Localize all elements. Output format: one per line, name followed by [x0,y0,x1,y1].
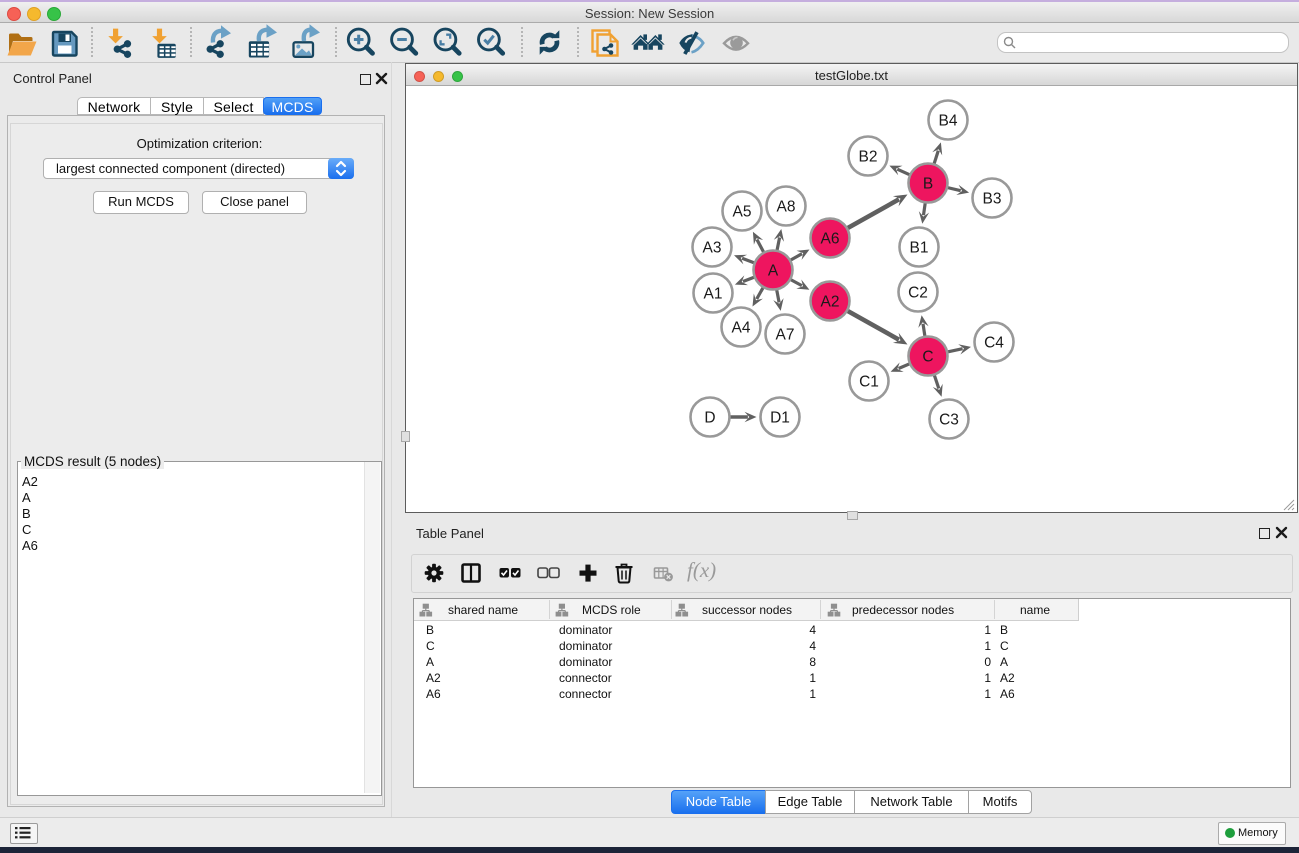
svg-text:A1: A1 [704,286,723,303]
svg-text:A6: A6 [821,231,840,248]
svg-text:C3: C3 [939,412,959,429]
svg-text:C4: C4 [984,335,1004,352]
svg-text:A3: A3 [703,240,722,257]
svg-text:C: C [922,349,933,366]
svg-text:B3: B3 [983,191,1002,208]
svg-text:C1: C1 [859,374,879,391]
svg-text:B: B [923,176,933,193]
svg-text:D: D [704,410,715,427]
svg-text:A: A [768,263,779,280]
svg-text:A4: A4 [732,320,751,337]
svg-text:D1: D1 [770,410,790,427]
svg-text:C2: C2 [908,285,928,302]
svg-text:B1: B1 [910,240,929,257]
svg-text:A2: A2 [821,294,840,311]
svg-text:B4: B4 [939,113,958,130]
svg-text:A7: A7 [776,327,795,344]
svg-text:A8: A8 [777,199,796,216]
svg-text:A5: A5 [733,204,752,221]
svg-text:B2: B2 [859,149,878,166]
